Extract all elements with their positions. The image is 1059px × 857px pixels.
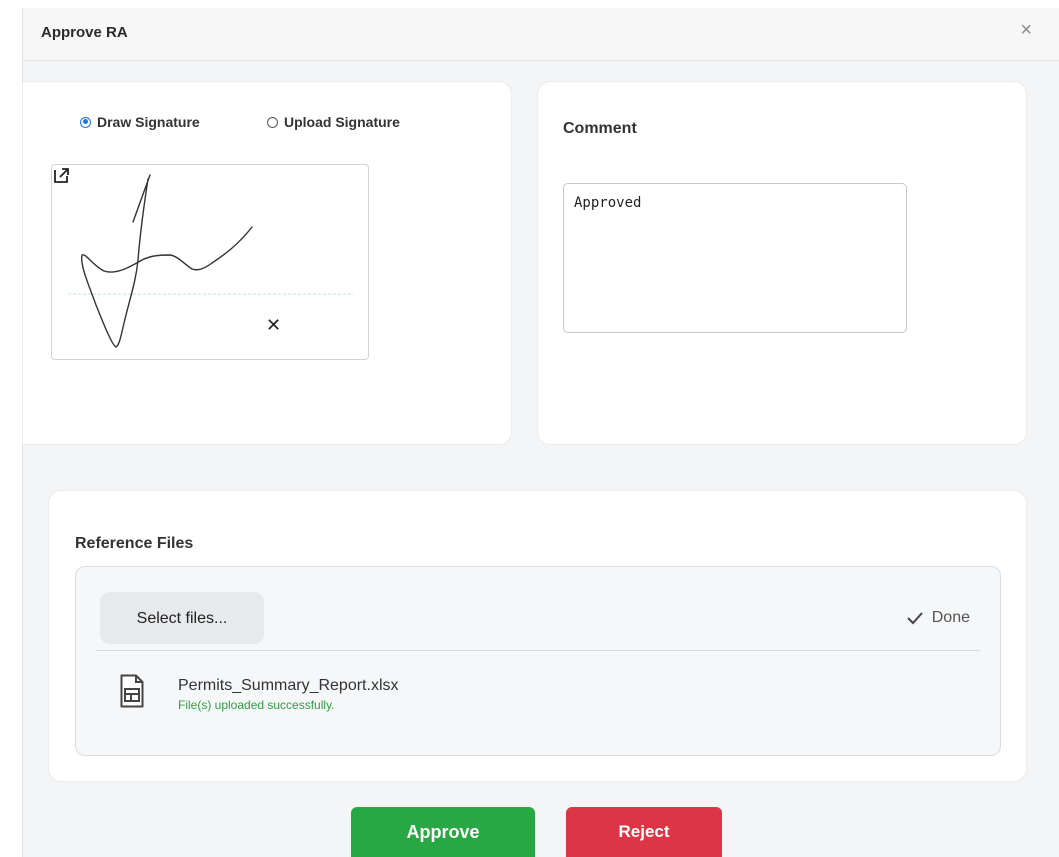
signature-card: Draw Signature Upload Signature ✕ (23, 82, 511, 444)
divider (96, 650, 980, 651)
dialog-title: Approve RA (41, 24, 128, 41)
file-upload-area[interactable]: Select files... Done Permits_Summary_Rep… (75, 566, 1001, 756)
draw-signature-label: Draw Signature (97, 114, 200, 130)
file-name: Permits_Summary_Report.xlsx (178, 677, 399, 694)
signature-drawing (68, 174, 354, 348)
upload-signature-label: Upload Signature (284, 114, 400, 130)
dialog-header: Approve RA × (23, 8, 1059, 61)
reference-files-card: Reference Files Select files... Done Per… (49, 491, 1026, 781)
approve-ra-dialog: Approve RA × Draw Signature Upload Signa… (22, 8, 1059, 857)
upload-signature-radio[interactable]: Upload Signature (267, 114, 400, 130)
signature-pad[interactable]: ✕ (51, 164, 369, 360)
check-icon (907, 612, 923, 625)
reference-files-label: Reference Files (75, 535, 194, 552)
comment-label: Comment (563, 120, 637, 137)
radio-unselected-icon[interactable] (267, 116, 278, 128)
open-external-icon[interactable] (52, 165, 72, 185)
comment-card: Comment Approved (538, 82, 1026, 444)
radio-selected-icon[interactable] (80, 116, 91, 128)
clear-x-icon[interactable]: ✕ (266, 315, 281, 336)
close-icon[interactable]: × (1020, 20, 1032, 40)
comment-textarea[interactable]: Approved (563, 183, 907, 333)
done-label: Done (931, 609, 970, 626)
file-upload-status: File(s) uploaded successfully. (178, 698, 335, 712)
select-files-button[interactable]: Select files... (100, 592, 264, 644)
reject-button[interactable]: Reject (566, 807, 722, 857)
draw-signature-radio[interactable]: Draw Signature (80, 114, 200, 130)
upload-status: Done (906, 609, 970, 627)
spreadsheet-file-icon (120, 674, 144, 708)
approve-button[interactable]: Approve (351, 807, 535, 857)
